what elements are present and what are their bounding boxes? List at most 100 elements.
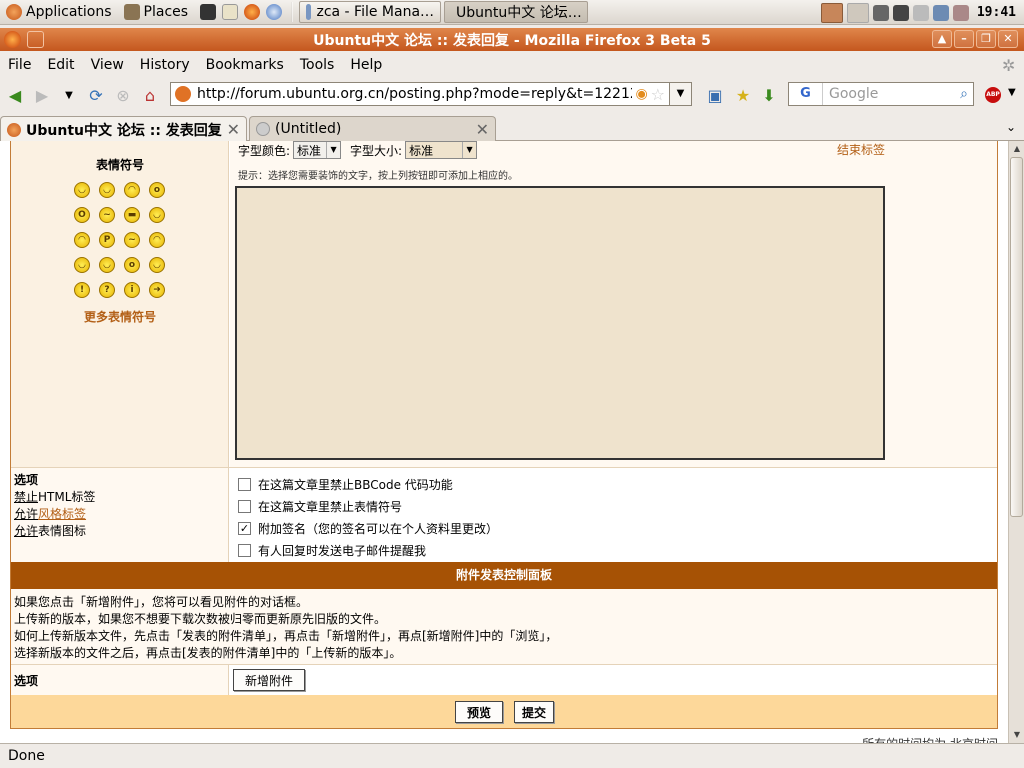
bbcode-link[interactable]: 风格标签 — [38, 507, 86, 521]
close-tags-link[interactable]: 结束标签 — [837, 141, 885, 158]
history-dropdown-icon[interactable]: ▼ — [57, 83, 81, 107]
tab-list-icon[interactable]: ⌄ — [1006, 120, 1016, 134]
window-titlebar[interactable]: Ubuntu中文 论坛 :: 发表回复 - Mozilla Firefox 3 … — [0, 28, 1024, 51]
search-engine-selector[interactable]: G — [789, 83, 823, 105]
menu-bookmarks[interactable]: Bookmarks — [198, 57, 292, 73]
workspace-1-icon[interactable] — [820, 2, 843, 23]
smiley-sad-icon[interactable]: ◠ — [124, 182, 140, 198]
task-button-firefox[interactable]: Ubuntu中文 论坛… — [444, 1, 589, 23]
disable-smilies-option[interactable]: 在这篇文章里禁止表情符号 — [238, 495, 989, 517]
reload-icon[interactable]: ⟳ — [84, 83, 108, 107]
smiley-cool-icon[interactable]: ▬ — [124, 207, 140, 223]
applications-menu[interactable]: Applications — [0, 0, 118, 25]
network-icon[interactable] — [932, 4, 949, 21]
search-box[interactable]: G Google ⌕ — [788, 82, 974, 106]
more-smilies-link[interactable]: 更多表情符号 — [11, 308, 229, 325]
message-textarea[interactable] — [235, 186, 885, 460]
options-summary: 选项 禁止HTML标签 允许风格标签 允许表情图标 — [11, 468, 229, 562]
update-notifier-icon[interactable] — [952, 4, 969, 21]
evolution-launcher-icon[interactable] — [266, 4, 283, 20]
checkbox[interactable] — [238, 499, 251, 513]
smiley-laughing-icon[interactable]: ◡ — [149, 207, 165, 223]
scroll-down-icon[interactable]: ▼ — [1010, 727, 1024, 743]
tag-icon[interactable]: ★ — [731, 83, 755, 107]
menu-file[interactable]: File — [0, 57, 39, 73]
notify-reply-option[interactable]: 有人回复时发送电子邮件提醒我 — [238, 539, 989, 561]
bookmark-star-icon[interactable]: ☆ — [651, 85, 665, 104]
smiley-evil-icon[interactable]: ◡ — [74, 257, 90, 273]
smiley-shocked-icon[interactable]: O — [74, 207, 90, 223]
workspace-2-icon[interactable] — [846, 2, 869, 23]
minimize-icon[interactable]: – — [954, 30, 974, 48]
preview-button[interactable]: 预览 — [455, 701, 503, 723]
rss-feed-icon[interactable]: ◉ — [635, 86, 647, 102]
task-button-file-manager[interactable]: zca - File Mana… — [299, 1, 442, 23]
checkbox-checked[interactable]: ✓ — [238, 521, 251, 535]
task-label: Ubuntu中文 论坛… — [456, 5, 582, 21]
smiley-embarrassed-icon[interactable]: ~ — [124, 232, 140, 248]
download-icon[interactable]: ⬇ — [757, 83, 781, 107]
exclamation-icon[interactable]: ! — [74, 282, 90, 298]
screenshot-icon[interactable] — [872, 4, 889, 21]
font-size-select[interactable]: 标准 ▼ — [405, 141, 478, 159]
places-menu[interactable]: Places — [118, 0, 195, 25]
clock[interactable]: 19:41 — [973, 5, 1020, 20]
scroll-thumb[interactable] — [1010, 157, 1023, 517]
submit-button[interactable]: 提交 — [514, 701, 554, 723]
smiley-razz-icon[interactable]: P — [99, 232, 115, 248]
smiley-confused-icon[interactable]: ~ — [99, 207, 115, 223]
adblock-icon[interactable]: ABP — [985, 87, 1001, 103]
menu-help[interactable]: Help — [342, 57, 390, 73]
menu-history[interactable]: History — [132, 57, 198, 73]
vertical-scrollbar[interactable]: ▲ ▼ — [1008, 141, 1024, 743]
smiley-mad-icon[interactable]: ◠ — [74, 232, 90, 248]
url-text[interactable]: http://forum.ubuntu.org.cn/posting.php?m… — [197, 86, 632, 102]
url-bar[interactable]: http://forum.ubuntu.org.cn/posting.php?m… — [170, 82, 670, 106]
tab-close-icon[interactable]: ✕ — [227, 120, 240, 139]
search-icon[interactable]: ⌕ — [960, 86, 973, 102]
smilies-panel: 表情符号 ◡ ◡ ◠ o O ~ ▬ ◡ ◠ P ~ ◠ ◡ ◡ o ◡ ! ?… — [11, 141, 229, 467]
terminal-launcher-icon[interactable] — [200, 4, 217, 20]
smiley-wink-icon[interactable]: ◡ — [149, 257, 165, 273]
camera-icon[interactable] — [892, 4, 909, 21]
attach-signature-option[interactable]: ✓ 附加签名（您的签名可以在个人资料里更改） — [238, 517, 989, 539]
smiley-twisted-icon[interactable]: ◡ — [99, 257, 115, 273]
smiley-crying-icon[interactable]: ◠ — [149, 232, 165, 248]
printer-icon[interactable] — [912, 4, 929, 21]
add-attachment-button[interactable]: 新增附件 — [233, 669, 305, 691]
search-input[interactable]: Google — [823, 86, 960, 102]
window-menu-icon[interactable] — [27, 31, 44, 48]
maximize-icon[interactable]: ❐ — [976, 30, 996, 48]
home-icon[interactable]: ⌂ — [138, 83, 162, 107]
url-dropdown-icon[interactable]: ▼ — [670, 82, 692, 106]
scroll-up-icon[interactable]: ▲ — [1010, 141, 1024, 157]
text-editor-launcher-icon[interactable] — [222, 4, 239, 20]
menu-edit[interactable]: Edit — [39, 57, 82, 73]
tab-forum-reply[interactable]: Ubuntu中文 论坛 :: 发表回复 ✕ — [0, 116, 247, 142]
smiley-big-smile-icon[interactable]: ◡ — [99, 182, 115, 198]
smiley-grin-icon[interactable]: ◡ — [74, 182, 90, 198]
adblock-dropdown-icon[interactable]: ▼ — [1008, 87, 1016, 98]
idea-icon[interactable]: i — [124, 282, 140, 298]
submit-bar: 预览 提交 — [11, 695, 997, 728]
back-icon[interactable]: ◀ — [3, 83, 27, 107]
disable-bbcode-option[interactable]: 在这篇文章里禁止BBCode 代码功能 — [238, 473, 989, 495]
menu-tools[interactable]: Tools — [292, 57, 343, 73]
smiley-rolleyes-icon[interactable]: o — [124, 257, 140, 273]
forward-icon[interactable]: ▶ — [30, 83, 54, 107]
checkbox[interactable] — [238, 477, 251, 491]
font-color-select[interactable]: 标准 ▼ — [293, 141, 342, 159]
stop-icon[interactable]: ⊗ — [111, 83, 135, 107]
bookmarks-icon[interactable]: ▣ — [703, 83, 727, 107]
question-icon[interactable]: ? — [99, 282, 115, 298]
html-status: 禁止HTML标签 — [14, 489, 225, 506]
smiley-surprised-icon[interactable]: o — [149, 182, 165, 198]
close-icon[interactable]: ✕ — [998, 30, 1018, 48]
arrow-icon[interactable]: ➜ — [149, 282, 165, 298]
shade-icon[interactable]: ▲ — [932, 30, 952, 48]
tab-close-icon[interactable]: ✕ — [476, 120, 489, 139]
menu-view[interactable]: View — [83, 57, 132, 73]
tab-untitled[interactable]: (Untitled) ✕ — [249, 116, 496, 141]
checkbox[interactable] — [238, 543, 251, 557]
firefox-launcher-icon[interactable] — [244, 4, 261, 20]
